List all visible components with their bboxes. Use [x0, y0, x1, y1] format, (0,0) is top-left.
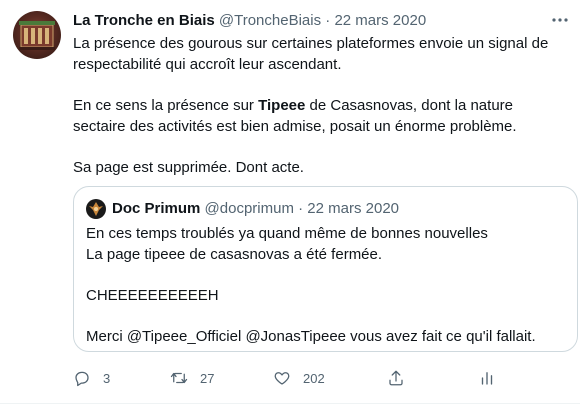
quoted-author-avatar[interactable] [86, 199, 106, 219]
quoted-line-2: La page tipeee de casasnovas a été fermé… [86, 246, 383, 263]
separator: · [325, 12, 331, 29]
tweet[interactable]: La Tronche en Biais @TroncheBiais · 22 m… [0, 0, 580, 404]
more-icon[interactable] [548, 10, 572, 30]
paragraph-2-start: En ce sens la présence sur [73, 97, 259, 114]
tweet-date[interactable]: 22 mars 2020 [334, 12, 426, 29]
like-button[interactable]: 202 [273, 366, 325, 390]
retweet-button[interactable]: 27 [170, 366, 214, 390]
reply-count: 3 [103, 370, 111, 386]
author-avatar[interactable] [13, 11, 61, 59]
quoted-date[interactable]: 22 mars 2020 [307, 200, 399, 217]
author-name[interactable]: La Tronche en Biais [73, 12, 215, 29]
analytics-icon [481, 372, 493, 385]
quoted-author-handle[interactable]: @docprimum [205, 200, 294, 217]
tweet-actions: 3 27 202 [73, 366, 523, 390]
reply-icon [75, 371, 89, 387]
quoted-tweet-header: Doc Primum @docprimum · 22 mars 2020 [112, 199, 399, 219]
retweet-count: 27 [200, 370, 215, 386]
quoted-tweet[interactable]: Doc Primum @docprimum · 22 mars 2020 En … [73, 186, 578, 352]
quoted-line-1: En ces temps troublés ya quand même de b… [86, 225, 488, 242]
tweet-header: La Tronche en Biais @TroncheBiais · 22 m… [73, 11, 426, 31]
quoted-line-3: CHEEEEEEEEEEH [86, 287, 219, 304]
reply-button[interactable]: 3 [73, 366, 110, 390]
quoted-author-name[interactable]: Doc Primum [112, 200, 200, 217]
tipeee-mention: Tipeee [258, 97, 306, 114]
tweet-paragraph-2: En ce sens la présence sur Tipeee de Cas… [73, 95, 563, 137]
author-handle[interactable]: @TroncheBiais [219, 12, 321, 29]
tweet-paragraph-3: Sa page est supprimée. Dont acte. [73, 159, 304, 176]
share-icon [389, 370, 403, 386]
tweet-text: La présence des gourous sur certaines pl… [73, 33, 563, 178]
tweet-paragraph-1: La présence des gourous sur certaines pl… [73, 35, 549, 73]
quoted-tweet-text: En ces temps troublés ya quand même de b… [86, 223, 564, 347]
heart-icon [274, 372, 290, 385]
share-button[interactable] [387, 366, 405, 390]
quoted-line-4: Merci @Tipeee_Officiel @JonasTipeee vous… [86, 328, 536, 345]
analytics-button[interactable] [478, 366, 496, 390]
retweet-icon [170, 372, 188, 384]
quoted-separator: · [298, 200, 304, 217]
quoted-lines-1: En ces temps troublés ya quand même de b… [86, 223, 564, 265]
like-count: 202 [303, 370, 325, 386]
